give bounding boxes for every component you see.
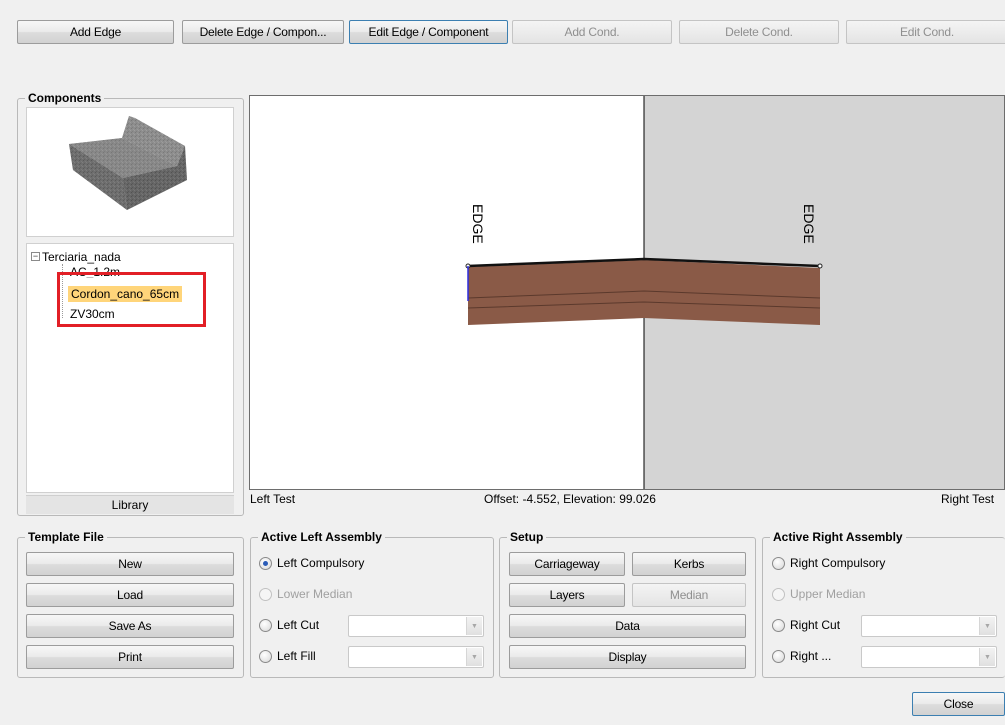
- add-cond-button[interactable]: Add Cond.: [512, 20, 672, 44]
- lower-median-radio[interactable]: Lower Median: [259, 585, 352, 603]
- template-file-title: Template File: [25, 530, 107, 544]
- dropdown-arrow-icon: ▼: [979, 648, 995, 666]
- kerb-3d-preview-image: [69, 116, 187, 210]
- radio-icon: [259, 587, 272, 601]
- right-caption: Right Test: [941, 492, 995, 506]
- dropdown-arrow-icon: ▼: [466, 617, 482, 635]
- right-cut-select[interactable]: ▼: [861, 615, 997, 637]
- right-cut-radio[interactable]: Right Cut: [772, 616, 840, 634]
- load-button[interactable]: Load: [26, 583, 234, 607]
- left-cut-select[interactable]: ▼: [348, 615, 484, 637]
- component-tree[interactable]: − Terciaria_nada AC_1.2m Cordon_cano_65c…: [26, 243, 234, 493]
- delete-edge-component-button[interactable]: Delete Edge / Compon...: [182, 20, 344, 44]
- right-compulsory-radio[interactable]: Right Compulsory: [772, 554, 885, 572]
- radio-icon: [259, 618, 272, 632]
- upper-median-label: Upper Median: [790, 587, 866, 601]
- radio-icon: [772, 649, 785, 663]
- radio-icon: [772, 587, 785, 601]
- highlight-annotation-box: [57, 272, 206, 327]
- close-button[interactable]: Close: [912, 692, 1005, 716]
- edit-edge-component-button[interactable]: Edit Edge / Component: [349, 20, 508, 44]
- left-fill-select[interactable]: ▼: [348, 646, 484, 668]
- radio-icon: [259, 649, 272, 663]
- right-fill-select[interactable]: ▼: [861, 646, 997, 668]
- right-fill-label: Right ...: [790, 649, 832, 663]
- left-compulsory-radio[interactable]: Left Compulsory: [259, 554, 364, 572]
- library-tab[interactable]: Library: [26, 495, 234, 514]
- lower-median-label: Lower Median: [277, 587, 353, 601]
- edit-cond-button[interactable]: Edit Cond.: [846, 20, 1005, 44]
- delete-cond-button[interactable]: Delete Cond.: [679, 20, 839, 44]
- radio-icon: [772, 556, 785, 570]
- tree-expander-icon[interactable]: −: [31, 252, 40, 261]
- display-button[interactable]: Display: [509, 645, 746, 669]
- new-button[interactable]: New: [26, 552, 234, 576]
- save-as-button[interactable]: Save As: [26, 614, 234, 638]
- left-compulsory-label: Left Compulsory: [277, 556, 365, 570]
- edge-label-left: EDGE: [470, 204, 486, 244]
- radio-icon: [772, 618, 785, 632]
- template-drawing: [465, 96, 1004, 489]
- right-fill-radio[interactable]: Right ...: [772, 647, 831, 665]
- add-edge-button[interactable]: Add Edge: [17, 20, 174, 44]
- dropdown-arrow-icon: ▼: [979, 617, 995, 635]
- left-assembly-title: Active Left Assembly: [258, 530, 385, 544]
- right-assembly-title: Active Right Assembly: [770, 530, 906, 544]
- status-readout: Offset: -4.552, Elevation: 99.026: [484, 492, 656, 506]
- tree-root-label[interactable]: Terciaria_nada: [42, 250, 121, 264]
- component-preview: [26, 107, 234, 237]
- components-title: Components: [25, 91, 105, 105]
- kerbs-button[interactable]: Kerbs: [632, 552, 746, 576]
- left-cut-label: Left Cut: [277, 618, 320, 632]
- radio-checked-icon: [259, 556, 272, 570]
- left-fill-label: Left Fill: [277, 649, 316, 663]
- data-button[interactable]: Data: [509, 614, 746, 638]
- left-fill-radio[interactable]: Left Fill: [259, 647, 316, 665]
- layers-button[interactable]: Layers: [509, 583, 625, 607]
- library-tab-label: Library: [111, 498, 149, 512]
- upper-median-radio[interactable]: Upper Median: [772, 585, 865, 603]
- dropdown-arrow-icon: ▼: [466, 648, 482, 666]
- median-button[interactable]: Median: [632, 583, 746, 607]
- carriageway-button[interactable]: Carriageway: [509, 552, 625, 576]
- setup-title: Setup: [507, 530, 547, 544]
- right-cut-label: Right Cut: [790, 618, 841, 632]
- right-compulsory-label: Right Compulsory: [790, 556, 886, 570]
- print-button[interactable]: Print: [26, 645, 234, 669]
- left-caption: Left Test: [250, 492, 296, 506]
- edge-label-right: EDGE: [801, 204, 817, 244]
- left-cut-radio[interactable]: Left Cut: [259, 616, 319, 634]
- template-canvas[interactable]: EDGE EDGE: [249, 95, 1005, 490]
